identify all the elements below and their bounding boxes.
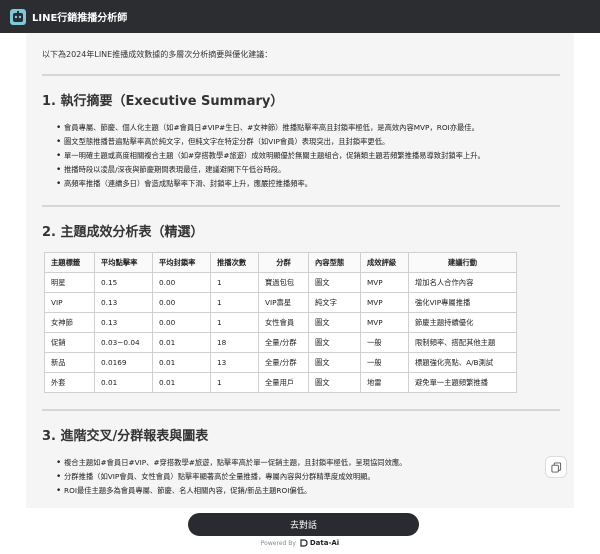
table-cell: 0.01: [152, 332, 211, 353]
divider: [42, 205, 560, 207]
divider: [42, 409, 560, 411]
section-1-list: 會員專屬、節慶、個人化主題（如#會員日#VIP#生日、#女神節）推播點擊率高且封…: [42, 121, 560, 191]
column-header: 平均點擊率: [94, 252, 153, 273]
section-3-title: 3. 進階交叉/分群報表與圖表: [42, 429, 209, 444]
table-cell: 0.00: [152, 312, 211, 333]
table-cell: 0.01: [152, 372, 211, 393]
table-cell: 圖文: [308, 312, 361, 333]
table-cell: 0.00: [152, 272, 211, 293]
column-header: 平均封鎖率: [152, 252, 211, 273]
table-cell: 0.01: [152, 352, 211, 373]
table-cell: MVP: [360, 312, 409, 333]
table-cell: 18: [210, 332, 259, 353]
table-cell: 1: [210, 372, 259, 393]
list-item: 複合主題如#會員日#VIP、#穿搭教學#旅遊，點擊率高於單一促銷主題，且封鎖率極…: [56, 456, 560, 470]
table-row: 外套 0.01 0.01 1 全量用戶 圖文 地雷 避免單一主題頻繁推播: [44, 372, 517, 393]
table-cell: 1: [210, 292, 259, 313]
list-item: 推播時段以凌晨/深夜與節慶期間表現最佳，建議避開下午低谷時段。: [56, 163, 560, 177]
table-cell: 0.03~0.04: [94, 332, 153, 353]
table-cell: 地雷: [360, 372, 409, 393]
table-cell: 一般: [360, 352, 409, 373]
table-cell: 一般: [360, 332, 409, 353]
table-header-row: 主題標籤 平均點擊率 平均封鎖率 推播次數 分群 內容型態 成效評級 建議行動: [44, 252, 517, 273]
table-cell: 13: [210, 352, 259, 373]
table-cell: VIP: [44, 292, 95, 313]
brand-logo: Data-Ai: [300, 539, 339, 547]
divider: [42, 74, 560, 76]
topic-performance-table: 主題標籤 平均點擊率 平均封鎖率 推播次數 分群 內容型態 成效評級 建議行動 …: [44, 252, 517, 393]
column-header: 成效評級: [360, 252, 409, 273]
table-cell: 0.15: [94, 272, 153, 293]
copy-icon: [550, 461, 561, 473]
table-cell: 0.0169: [94, 352, 153, 373]
column-header: 建議行動: [408, 252, 517, 273]
table-row: 新品 0.0169 0.01 13 全量/分群 圖文 一般 標題強化亮點、A/B…: [44, 352, 517, 373]
column-header: 推播次數: [210, 252, 259, 273]
table-cell: 1: [210, 272, 259, 293]
table-cell: 純文字: [308, 292, 361, 313]
list-item: 會員專屬、節慶、個人化主題（如#會員日#VIP#生日、#女神節）推播點擊率高且封…: [56, 121, 560, 135]
table-cell: 新品: [44, 352, 95, 373]
table-cell: 1: [210, 312, 259, 333]
column-header: 分群: [258, 252, 309, 273]
top-bar: LINE行銷推播分析師: [0, 0, 600, 33]
table-cell: 0.13: [94, 292, 153, 313]
table-cell: 限制頻率、搭配其他主題: [408, 332, 517, 353]
intro-text: 以下為2024年LINE推播成效數據的多層次分析摘要與優化建議：: [42, 50, 273, 59]
table-cell: 女性會員: [258, 312, 309, 333]
table-cell: 強化VIP專屬推播: [408, 292, 517, 313]
footer: Powered By Data-Ai: [0, 539, 600, 547]
brand-name: Data-Ai: [309, 539, 340, 547]
table-cell: 0.01: [94, 372, 153, 393]
table-cell: 圖文: [308, 352, 361, 373]
section-3-list: 複合主題如#會員日#VIP、#穿搭教學#旅遊，點擊率高於單一促銷主題，且封鎖率極…: [42, 456, 560, 498]
table-cell: 標題強化亮點、A/B測試: [408, 352, 517, 373]
brand-mark-icon: [300, 539, 308, 547]
table-cell: 避免單一主題頻繁推播: [408, 372, 517, 393]
go-chat-button[interactable]: 去對話: [188, 513, 419, 536]
table-cell: MVP: [360, 272, 409, 293]
list-item: ROI最佳主題多為會員專屬、節慶、名人相關內容，促銷/新品主題ROI偏低。: [56, 484, 560, 498]
app-logo-icon: [10, 8, 26, 25]
table-cell: 0.00: [152, 292, 211, 313]
table-cell: 全量用戶: [258, 372, 309, 393]
list-item: 高頻率推播（連續多日）會造成點擊率下滑、封鎖率上升，應嚴控推播頻率。: [56, 177, 560, 191]
table-cell: 圖文: [308, 332, 361, 353]
table-cell: 女神節: [44, 312, 95, 333]
column-header: 主題標籤: [44, 252, 95, 273]
message-content[interactable]: 以下為2024年LINE推播成效數據的多層次分析摘要與優化建議： 1. 執行摘要…: [26, 33, 574, 508]
table-cell: 全量/分群: [258, 332, 309, 353]
list-item: 分群推播（如VIP會員、女性會員）點擊率顯著高於全量推播，專屬內容與分群精準度成…: [56, 470, 560, 484]
table-cell: 促銷: [44, 332, 95, 353]
table-row: 促銷 0.03~0.04 0.01 18 全量/分群 圖文 一般 限制頻率、搭配…: [44, 332, 517, 353]
table-cell: 外套: [44, 372, 95, 393]
table-cell: 寶過包包: [258, 272, 309, 293]
list-item: 單一明確主題或高度相關複合主題（如#穿搭教學#旅遊）成效明顯優於無關主題組合，促…: [56, 149, 560, 163]
list-item: 圖文型態推播普遍點擊率高於純文字，但純文字在特定分群（如VIP會員）表現突出，且…: [56, 135, 560, 149]
table-cell: MVP: [360, 292, 409, 313]
table-row: VIP 0.13 0.00 1 VIP壽星 純文字 MVP 強化VIP專屬推播: [44, 292, 517, 313]
section-1-title: 1. 執行摘要（Executive Summary）: [42, 94, 284, 109]
section-2-title: 2. 主題成效分析表（精選）: [42, 225, 204, 240]
table-cell: 明星: [44, 272, 95, 293]
table-cell: VIP壽星: [258, 292, 309, 313]
app-title: LINE行銷推播分析師: [32, 13, 128, 24]
copy-button[interactable]: [545, 456, 567, 478]
powered-by-label: Powered By: [260, 539, 296, 547]
table-cell: 節慶主題持續優化: [408, 312, 517, 333]
table-row: 明星 0.15 0.00 1 寶過包包 圖文 MVP 增加名人合作內容: [44, 272, 517, 293]
table-cell: 0.13: [94, 312, 153, 333]
table-cell: 增加名人合作內容: [408, 272, 517, 293]
table-cell: 全量/分群: [258, 352, 309, 373]
column-header: 內容型態: [308, 252, 361, 273]
table-cell: 圖文: [308, 272, 361, 293]
table-cell: 圖文: [308, 372, 361, 393]
table-row: 女神節 0.13 0.00 1 女性會員 圖文 MVP 節慶主題持續優化: [44, 312, 517, 333]
